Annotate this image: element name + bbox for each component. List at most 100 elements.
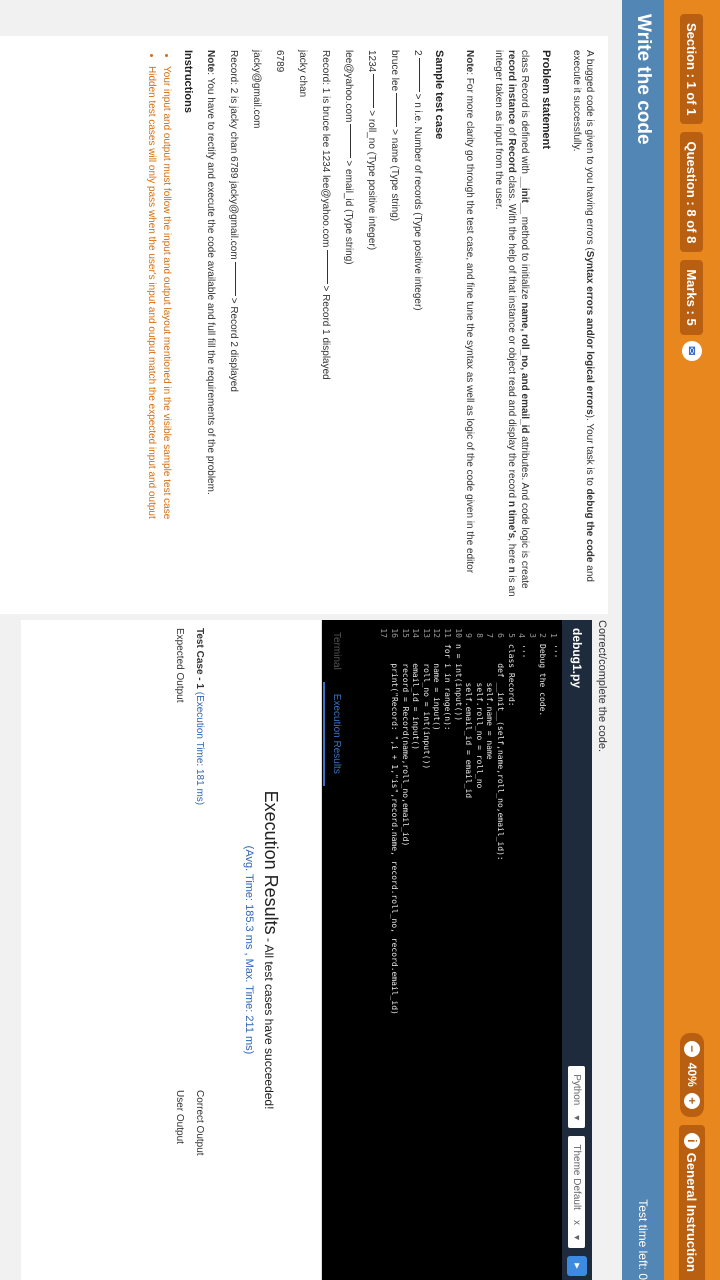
code-text: record = Record(name,roll_no,email_id) bbox=[400, 644, 410, 847]
run-icon[interactable]: ▸ bbox=[567, 1256, 587, 1276]
results-title: Execution Results - All test cases have … bbox=[261, 790, 281, 1110]
code-text: email_id = input() bbox=[411, 644, 421, 750]
code-text: self.name = name bbox=[485, 644, 495, 760]
sample-line: 1234> roll_no (Type positive integer) bbox=[366, 50, 377, 251]
sample-line: jacky@gmail.com bbox=[251, 50, 262, 129]
question-indicator[interactable]: Question : 8 of 8 bbox=[680, 132, 704, 253]
code-text: for i in range(n): bbox=[443, 644, 453, 731]
test-timer: Test time left: 0 bbox=[636, 1199, 650, 1280]
code-line[interactable]: 16 print("Record: ",i + 1,"is",record.na… bbox=[389, 620, 400, 1280]
code-text: name = input() bbox=[432, 644, 442, 731]
problem-panel: A bugged code is given to you having err… bbox=[0, 36, 608, 614]
code-line[interactable]: 10 n = int(input()) bbox=[452, 620, 463, 1280]
line-number: 4 bbox=[517, 633, 527, 638]
code-line[interactable]: 2 Debug the code. bbox=[537, 620, 548, 1280]
top-bar: Section : 1 of 1 Question : 8 of 8 Marks… bbox=[664, 0, 720, 1280]
code-text: self.roll_no = roll_no bbox=[474, 644, 484, 789]
code-line[interactable]: 11 for i in range(n): bbox=[441, 620, 452, 1280]
line-number: 12 bbox=[432, 628, 442, 638]
code-text: roll_no = int(input()) bbox=[421, 644, 431, 770]
zoom-level: 40% bbox=[685, 1062, 699, 1087]
line-number: 7 bbox=[485, 633, 495, 638]
page-header: Write the code Test time left: 0 bbox=[622, 0, 664, 1280]
code-line[interactable]: 9 self.email_id = email_id bbox=[463, 620, 474, 1280]
line-number: 15 bbox=[400, 628, 410, 638]
test-case-label[interactable]: Test Case - 1 (Execution Time: 181 ms) bbox=[194, 628, 205, 805]
editor-label: Correct/complete the code. bbox=[596, 620, 608, 753]
section-indicator[interactable]: Section : 1 of 1 bbox=[680, 14, 704, 125]
result-tabs: Terminal Execution Results bbox=[323, 620, 348, 786]
code-text: self.email_id = email_id bbox=[464, 644, 474, 799]
line-number: 3 bbox=[527, 633, 537, 638]
line-number: 6 bbox=[496, 633, 506, 638]
code-text: print("Record: ",i + 1,"is",record.name,… bbox=[390, 644, 400, 1015]
theme-select[interactable]: Theme Default x ▾ bbox=[568, 1136, 586, 1248]
general-instructions-label: General Instruction bbox=[684, 1152, 700, 1272]
line-number: 11 bbox=[443, 628, 453, 638]
code-line[interactable]: 6 def __init__(self,name,roll_no,email_i… bbox=[494, 620, 505, 1280]
line-number: 8 bbox=[474, 633, 484, 638]
info-icon: i bbox=[684, 1132, 700, 1149]
code-line[interactable]: 5 class Record: bbox=[505, 620, 516, 1280]
code-line[interactable]: 17 bbox=[378, 620, 389, 1280]
instruction-item: Your input and output must follow the in… bbox=[160, 66, 173, 600]
sample-line: jacky chan bbox=[297, 50, 308, 98]
code-text: ''' bbox=[549, 644, 558, 659]
sample-line: lee@yahoo.com> email_id (Type string) bbox=[343, 50, 354, 265]
chevron-down-icon: ▾ bbox=[571, 1115, 583, 1121]
intro-text: A bugged code is given to you having err… bbox=[571, 50, 595, 582]
sample-line: 6789 bbox=[274, 50, 285, 73]
close-icon[interactable]: x bbox=[572, 1220, 583, 1225]
line-number: 17 bbox=[379, 628, 389, 638]
instruction-item: Hidden test cases will only pass when th… bbox=[145, 66, 158, 600]
code-line[interactable]: 3 bbox=[526, 620, 537, 1280]
code-line[interactable]: 7 self.name = name bbox=[484, 620, 495, 1280]
problem-statement-text: class Record is defined with __init__ me… bbox=[493, 50, 530, 597]
language-select[interactable]: Python ▾ bbox=[568, 1066, 586, 1129]
chevron-down-icon: ▾ bbox=[571, 1234, 583, 1240]
sample-line: Record: 2 is jacky chan 6789 jacky@gmail… bbox=[228, 50, 239, 392]
code-text: class Record: bbox=[506, 644, 516, 707]
code-text: n = int(input()) bbox=[453, 644, 463, 722]
problem-statement-title: Problem statement bbox=[540, 50, 552, 150]
note2-text: Note: You have to rectify and execute th… bbox=[205, 50, 216, 495]
zoom-in-button[interactable]: + bbox=[684, 1092, 700, 1109]
expected-output-label: Expected Output bbox=[174, 628, 185, 703]
code-line[interactable]: 13 roll_no = int(input()) bbox=[420, 620, 431, 1280]
instructions-list: Your input and output must follow the in… bbox=[145, 50, 173, 600]
sample-line: bruce lee> name (Type string) bbox=[389, 50, 400, 222]
zoom-out-button[interactable]: − bbox=[684, 1040, 700, 1057]
results-pane: Execution Results - All test cases have … bbox=[21, 620, 322, 1280]
results-average: (Avg. Time: 185.3 ms , Max. Time: 211 ms… bbox=[243, 845, 255, 1055]
line-number: 14 bbox=[411, 628, 421, 638]
chat-icon[interactable]: ✉ bbox=[682, 340, 702, 361]
instructions-title: Instructions bbox=[182, 50, 194, 113]
code-line[interactable]: 12 name = input() bbox=[431, 620, 442, 1280]
code-line[interactable]: 14 email_id = input() bbox=[410, 620, 421, 1280]
code-editor[interactable]: 1 ''' 2 Debug the code. 3 4 ''' 5 class Record: 6… bbox=[318, 620, 562, 1280]
editor-toolbar: debug1.py Python ▾ Theme Default x ▾ ▸ bbox=[562, 620, 592, 1280]
code-line[interactable]: 8 self.roll_no = roll_no bbox=[473, 620, 484, 1280]
line-number: 16 bbox=[390, 628, 400, 638]
line-number: 13 bbox=[421, 628, 431, 638]
code-line[interactable]: 4 ''' bbox=[516, 620, 527, 1280]
sample-line: 2> n i.e. Number of records (Type positi… bbox=[412, 50, 423, 311]
rotated-screen: Section : 1 of 1 Question : 8 of 8 Marks… bbox=[0, 0, 720, 1280]
editor-panel: Correct/complete the code. debug1.py Pyt… bbox=[0, 620, 608, 1280]
general-instructions-button[interactable]: i General Instruction bbox=[679, 1124, 705, 1280]
line-number: 2 bbox=[538, 633, 548, 638]
line-number: 9 bbox=[464, 633, 474, 638]
tab-terminal[interactable]: Terminal bbox=[323, 620, 348, 682]
line-number: 10 bbox=[453, 628, 463, 638]
zoom-control: − 40% + bbox=[680, 1032, 704, 1117]
tab-execution-results[interactable]: Execution Results bbox=[323, 681, 348, 786]
line-number: 5 bbox=[506, 633, 516, 638]
sample-line: Record: 1 is bruce lee 1234 lee@yahoo.co… bbox=[320, 50, 331, 380]
code-text: Debug the code. bbox=[538, 644, 548, 717]
code-text: ''' bbox=[517, 644, 527, 659]
sample-test-case-title: Sample test case bbox=[433, 50, 445, 140]
code-line[interactable]: 15 record = Record(name,roll_no,email_id… bbox=[399, 620, 410, 1280]
text-cursor-icon: I bbox=[471, 958, 490, 968]
note-text: Note: For more clarity go through the te… bbox=[464, 50, 475, 574]
code-line[interactable]: 1 ''' bbox=[547, 620, 558, 1280]
